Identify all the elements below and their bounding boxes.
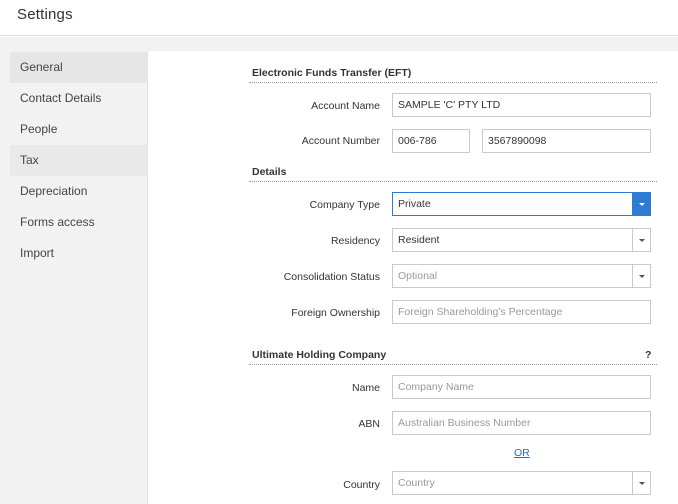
eft-section-divider bbox=[249, 82, 657, 83]
sidebar-item-tax[interactable]: Tax bbox=[10, 145, 147, 176]
ultimate-holding-section-divider bbox=[249, 364, 657, 365]
sidebar-item-contact-details[interactable]: Contact Details bbox=[10, 83, 147, 114]
sidebar-item-depreciation[interactable]: Depreciation bbox=[10, 176, 147, 207]
residency-select[interactable]: Resident bbox=[392, 228, 651, 252]
chevron-down-icon[interactable] bbox=[632, 472, 650, 494]
consolidation-status-label: Consolidation Status bbox=[283, 271, 380, 283]
gutter bbox=[0, 37, 678, 51]
sidebar-gap bbox=[0, 37, 10, 504]
company-type-value: Private bbox=[398, 198, 431, 210]
consolidation-status-select[interactable]: Optional bbox=[392, 264, 651, 288]
abn-label: ABN bbox=[358, 418, 380, 430]
country-select[interactable]: Country bbox=[392, 471, 651, 495]
abn-input[interactable]: Australian Business Number bbox=[392, 411, 651, 435]
account-name-label: Account Name bbox=[311, 100, 380, 112]
details-section-divider bbox=[249, 181, 657, 182]
sidebar-item-import[interactable]: Import bbox=[10, 238, 147, 269]
uhc-name-label: Name bbox=[351, 382, 380, 394]
account-name-input[interactable]: SAMPLE 'C' PTY LTD bbox=[392, 93, 651, 117]
help-icon[interactable]: ? bbox=[645, 349, 651, 361]
company-type-label: Company Type bbox=[309, 199, 380, 211]
foreign-ownership-input[interactable]: Foreign Shareholding's Percentage bbox=[392, 300, 651, 324]
company-type-select[interactable]: Private bbox=[392, 192, 651, 216]
page-title: Settings bbox=[17, 6, 73, 23]
eft-section-title: Electronic Funds Transfer (EFT) bbox=[252, 67, 412, 79]
main-panel: Electronic Funds Transfer (EFT) Account … bbox=[149, 51, 678, 504]
account-number-input[interactable]: 3567890098 bbox=[482, 129, 651, 153]
residency-value: Resident bbox=[398, 234, 440, 246]
sidebar-item-forms-access[interactable]: Forms access bbox=[10, 207, 147, 238]
sidebar-item-people[interactable]: People bbox=[10, 114, 147, 145]
foreign-ownership-label: Foreign Ownership bbox=[291, 307, 380, 319]
residency-label: Residency bbox=[330, 235, 380, 247]
country-placeholder: Country bbox=[398, 477, 435, 489]
details-section-title: Details bbox=[252, 166, 287, 178]
account-number-label: Account Number bbox=[301, 135, 380, 147]
or-link[interactable]: OR bbox=[514, 447, 530, 459]
consolidation-status-placeholder: Optional bbox=[398, 270, 438, 282]
country-label: Country bbox=[343, 479, 380, 491]
bsb-input[interactable]: 006-786 bbox=[392, 129, 470, 153]
ultimate-holding-section-title: Ultimate Holding Company bbox=[252, 349, 387, 361]
sidebar-item-general[interactable]: General bbox=[10, 52, 147, 83]
chevron-down-icon[interactable] bbox=[632, 193, 650, 215]
chevron-down-icon[interactable] bbox=[632, 229, 650, 251]
chevron-down-icon[interactable] bbox=[632, 265, 650, 287]
header-bar: Settings bbox=[0, 0, 678, 36]
sidebar: General Contact Details People Tax Depre… bbox=[10, 51, 148, 504]
uhc-name-input[interactable]: Company Name bbox=[392, 375, 651, 399]
